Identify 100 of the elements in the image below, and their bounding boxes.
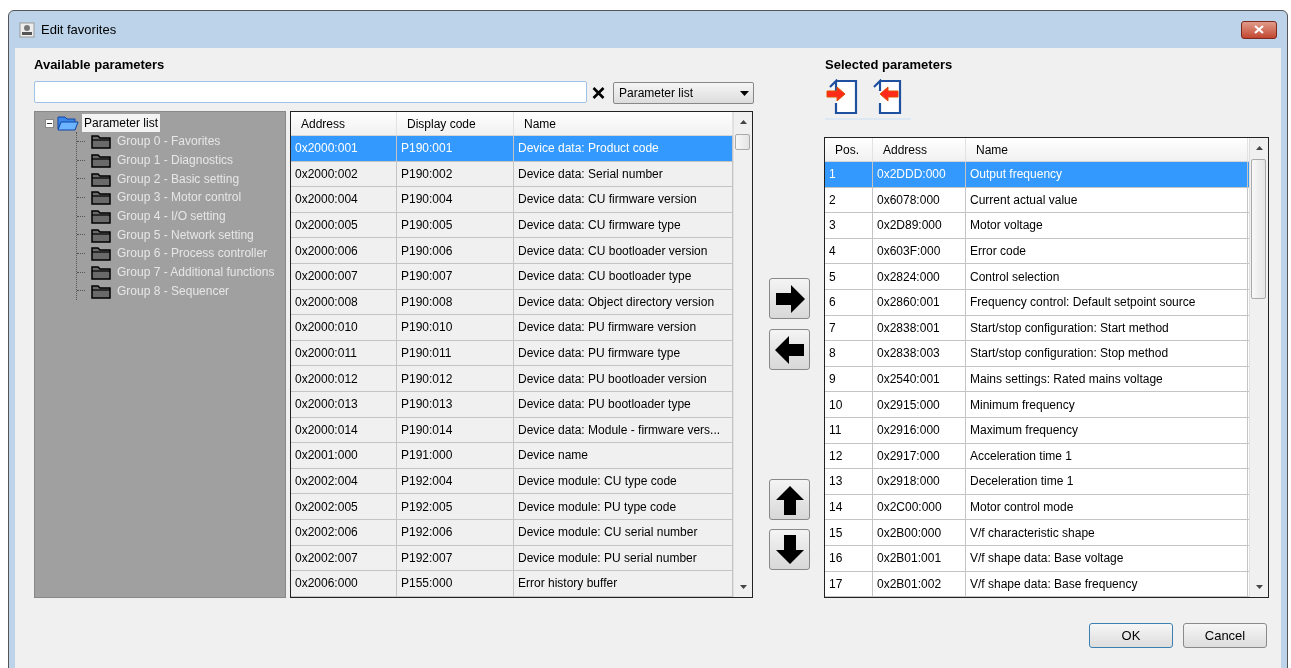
app-icon (19, 21, 35, 38)
close-button[interactable] (1241, 20, 1277, 39)
scroll-down-icon[interactable] (1255, 585, 1263, 589)
table-row[interactable]: 0x2000:011 P190:011 Device data: PU firmware type (291, 340, 733, 367)
column-header[interactable]: Address (291, 112, 397, 135)
table-cell: 0x2824:000 (873, 264, 966, 289)
filter-dropdown[interactable]: Parameter list (613, 82, 754, 104)
table-row[interactable]: 0x2000:010 P190:010 Device data: PU firmware version (291, 315, 733, 341)
table-row[interactable]: 0x2000:014 P190:014 Device data: Module - firmware vers... (291, 417, 733, 444)
table-row[interactable]: 16 0x2B01:001 V/f shape data: Base voltage (825, 545, 1249, 572)
table-row[interactable]: 17 0x2B01:002 V/f shape data: Base frequency (825, 571, 1249, 598)
move-down-button[interactable] (769, 529, 810, 570)
table-cell: 17 (825, 571, 873, 597)
search-field[interactable] (34, 81, 587, 103)
table-cell: 0x2000:006 (291, 238, 397, 263)
close-icon (1254, 25, 1264, 34)
table-row[interactable]: 3 0x2D89:000 Motor voltage (825, 213, 1249, 239)
table-cell: 2 (825, 187, 873, 213)
table-row[interactable]: 0x2002:006 P192:006 Device module: CU serial number (291, 519, 733, 546)
folder-icon (91, 189, 111, 206)
table-row[interactable]: 0x2002:005 P192:005 Device module: PU type code (291, 494, 733, 520)
table-row[interactable]: 14 0x2C00:000 Motor control mode (825, 494, 1249, 521)
table-cell: 14 (825, 494, 873, 520)
table-row[interactable]: 8 0x2838:003 Start/stop configuration: Stop method (825, 341, 1249, 367)
column-header[interactable]: Name (966, 138, 1248, 161)
table-row[interactable]: 4 0x603F:000 Error code (825, 238, 1249, 265)
table-row[interactable]: 13 0x2918:000 Deceleration time 1 (825, 469, 1249, 495)
folder-icon (91, 133, 111, 150)
table-row[interactable]: 0x2000:013 P190:013 Device data: PU bootloader type (291, 391, 733, 418)
table-cell: 0x6078:000 (873, 187, 966, 213)
table-cell: P190:007 (397, 263, 514, 289)
scroll-up-icon[interactable] (739, 120, 747, 124)
table-row[interactable]: 7 0x2838:001 Start/stop configuration: Start method (825, 315, 1249, 342)
table-row[interactable]: 0x2006:000 P155:000 Error history buffer (291, 571, 733, 597)
table-cell: 0x2000:012 (291, 366, 397, 391)
table-row[interactable]: 11 0x2916:000 Maximum frequency (825, 417, 1249, 444)
table-cell: 6 (825, 289, 873, 315)
table-cell: 15 (825, 520, 873, 545)
column-header[interactable]: Pos. (825, 138, 873, 161)
table-row[interactable]: 6 0x2860:001 Frequency control: Default setpoint source (825, 289, 1249, 316)
column-header[interactable]: Address (873, 138, 966, 161)
scroll-thumb[interactable] (1251, 159, 1266, 299)
scrollbar[interactable] (733, 112, 752, 597)
table-cell: 0x2002:004 (291, 468, 397, 494)
table-cell: P190:002 (397, 161, 514, 187)
table-cell: 0x2000:005 (291, 212, 397, 238)
table-cell: P192:006 (397, 519, 514, 545)
table-row[interactable]: 10 0x2915:000 Minimum frequency (825, 392, 1249, 418)
table-row[interactable]: 15 0x2B00:000 V/f characteristic shape (825, 520, 1249, 546)
table-row[interactable]: 0x2000:004 P190:004 Device data: CU firmware version (291, 187, 733, 213)
left-arrow-icon (773, 334, 806, 365)
table-cell: Start/stop configuration: Stop method (966, 341, 1248, 366)
table-cell: 0x2006:000 (291, 571, 397, 596)
tree-item[interactable]: Parameter list (82, 114, 161, 132)
ok-button[interactable]: OK (1089, 623, 1173, 648)
table-cell: 0x2918:000 (873, 469, 966, 494)
table-cell: 0x2001:000 (291, 443, 397, 468)
table-row[interactable]: 0x2000:002 P190:002 Device data: Serial number (291, 161, 733, 188)
table-cell: 0x2000:014 (291, 417, 397, 443)
table-row[interactable]: 0x2000:005 P190:005 Device data: CU firmware type (291, 212, 733, 239)
table-cell: P190:006 (397, 238, 514, 263)
table-row[interactable]: 0x2002:004 P192:004 Device module: CU type code (291, 468, 733, 495)
table-row[interactable]: 0x2000:007 P190:007 Device data: CU bootloader type (291, 263, 733, 290)
table-cell: 0x2B00:000 (873, 520, 966, 545)
move-up-button[interactable] (769, 479, 810, 520)
folder-icon (91, 245, 111, 262)
table-row[interactable]: 5 0x2824:000 Control selection (825, 264, 1249, 290)
clear-icon[interactable] (592, 87, 605, 99)
scrollbar[interactable] (1249, 138, 1268, 597)
column-header[interactable]: Display code (397, 112, 514, 135)
remove-button[interactable] (769, 329, 810, 370)
table-row[interactable]: 0x2001:000 P191:000 Device name (291, 443, 733, 469)
scroll-thumb[interactable] (735, 134, 750, 150)
table-row[interactable]: 0x2000:008 P190:008 Device data: Object directory version (291, 289, 733, 316)
table-row[interactable]: 0x2002:007 P192:007 Device module: PU serial number (291, 545, 733, 572)
collapse-icon[interactable] (45, 118, 54, 128)
import-icon[interactable] (826, 79, 858, 115)
folder-icon (91, 208, 111, 225)
table-cell: 5 (825, 264, 873, 289)
table-cell: Error code (966, 238, 1248, 264)
table-row[interactable]: 0x2000:006 P190:006 Device data: CU bootloader version (291, 238, 733, 264)
table-row[interactable]: 0x2000:012 P190:012 Device data: PU bootloader version (291, 366, 733, 392)
add-button[interactable] (769, 278, 810, 319)
table-row[interactable]: 9 0x2540:001 Mains settings: Rated mains voltage (825, 366, 1249, 393)
folder-icon (91, 264, 111, 281)
table-cell: P190:004 (397, 187, 514, 212)
right-arrow-icon (773, 283, 806, 314)
table-cell: Start/stop configuration: Start method (966, 315, 1248, 341)
table-row[interactable]: 2 0x6078:000 Current actual value (825, 187, 1249, 214)
section-heading: Selected parameters (825, 56, 953, 74)
cancel-button[interactable]: Cancel (1183, 623, 1267, 648)
scroll-down-icon[interactable] (739, 585, 747, 589)
table-cell: P191:000 (397, 443, 514, 468)
table-cell: Frequency control: Default setpoint source (966, 289, 1248, 315)
scroll-up-icon[interactable] (1255, 146, 1263, 150)
folder-icon (91, 226, 111, 243)
table-cell: 4 (825, 238, 873, 264)
table-cell: P190:008 (397, 289, 514, 315)
table-cell: Deceleration time 1 (966, 469, 1248, 494)
table-row[interactable]: 12 0x2917:000 Acceleration time 1 (825, 443, 1249, 470)
